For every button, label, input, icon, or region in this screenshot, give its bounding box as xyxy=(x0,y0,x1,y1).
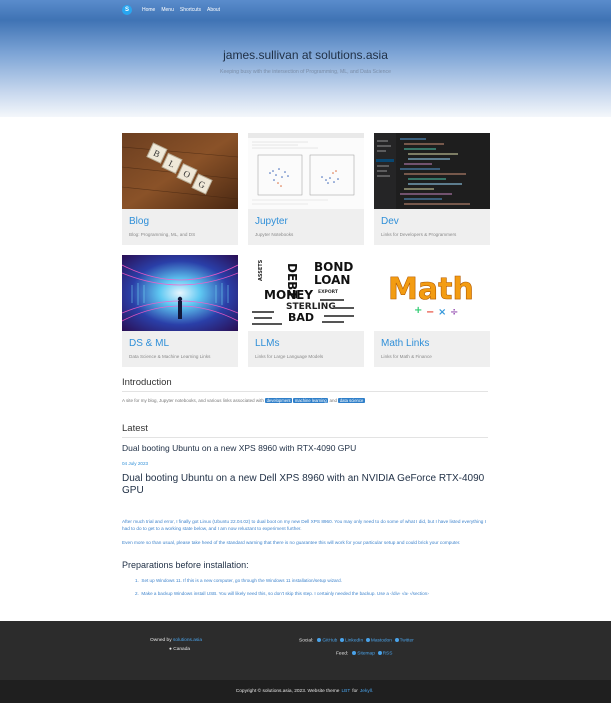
card-math[interactable]: Math + − × ÷ Math Links Links for Math & Fi… xyxy=(374,255,490,367)
nav-shortcuts[interactable]: Shortcuts xyxy=(180,7,201,13)
dev-image xyxy=(374,133,490,209)
svg-text:×: × xyxy=(438,307,446,318)
intro-and: and xyxy=(329,398,338,403)
step-2-text: Make a backup Windows install USB. You w… xyxy=(141,591,429,596)
linkedin-icon xyxy=(340,638,345,642)
card-title-dev[interactable]: Dev xyxy=(381,216,399,227)
github-icon xyxy=(317,638,322,642)
wordcloud-export: EXPORT xyxy=(318,289,339,295)
wordcloud-debt: DEBT xyxy=(285,263,299,299)
article-title: Dual booting Ubuntu on a new Dell XPS 89… xyxy=(122,473,485,496)
footer-location: ● Canada xyxy=(169,647,190,652)
intro-heading: Introduction xyxy=(122,377,488,392)
social-linkedin[interactable]: LinkedIn xyxy=(345,639,363,644)
top-navbar: S Home Menu Shortcuts About xyxy=(0,0,611,20)
math-word: Math xyxy=(388,272,474,307)
copyright-bar: Copyright © solutions.asia, 2023. Websit… xyxy=(0,680,611,703)
card-desc-blog: Blog: Programming, ML, and DS xyxy=(129,232,196,237)
mastodon-icon xyxy=(365,638,370,642)
sitemap-icon xyxy=(352,651,357,655)
card-llms[interactable]: ASSETS BOND LOAN MONEY STERLING BAD DEBT… xyxy=(248,255,364,367)
wordcloud-loan: LOAN xyxy=(314,273,350,287)
theme-link[interactable]: LBT xyxy=(341,689,350,694)
step-1: 1. Set up Windows 11. If this is a new c… xyxy=(135,578,342,583)
post-date: 04 July 2023 xyxy=(122,461,149,466)
card-title-llms[interactable]: LLMs xyxy=(255,338,279,349)
site-footer: Owned by solutions.asia ● Canada Social:… xyxy=(0,621,611,680)
card-desc-dev: Links for Developers & Programmers xyxy=(381,232,457,237)
owned-by-label: Owned by xyxy=(150,638,172,643)
svg-text:÷: ÷ xyxy=(450,307,458,318)
feed-label: Feed: xyxy=(336,651,349,657)
latest-heading: Latest xyxy=(122,423,488,438)
hero-banner: james.sullivan at solutions.asia Keeping… xyxy=(0,20,611,117)
step-1-text: Set up Windows 11. If this is a new comp… xyxy=(141,578,342,583)
article-paragraph-1: After much trial and error, I finally go… xyxy=(122,519,487,531)
social-label: Social: xyxy=(299,638,314,644)
card-desc-ds-ml: Data Science & Machine Learning Links xyxy=(129,354,211,359)
card-desc-jupyter: Jupyter Notebooks xyxy=(255,232,294,237)
footer-owner: Owned by solutions.asia xyxy=(150,638,202,643)
tag-machine-learning[interactable]: machine learning xyxy=(293,398,329,403)
tag-development[interactable]: development xyxy=(265,398,293,403)
math-image: Math + − × ÷ xyxy=(374,255,490,331)
wordcloud-bond: BOND xyxy=(314,260,353,274)
jekyll-link[interactable]: Jekyll. xyxy=(360,689,373,694)
card-desc-llms: Links for Large Language Models xyxy=(255,354,324,359)
card-blog[interactable]: B L O G Blog Blog: Programming, ML, and … xyxy=(122,133,238,245)
site-subtitle: Keeping busy with the intersection of Pr… xyxy=(220,69,391,75)
intro-lead: A site for my blog, Jupyter notebooks, a… xyxy=(122,398,264,403)
feed-sitemap[interactable]: Sitemap xyxy=(357,652,375,657)
card-title-ds-ml[interactable]: DS & ML xyxy=(129,338,169,349)
svg-text:−: − xyxy=(426,307,434,318)
location-pin-icon: ● xyxy=(169,647,172,652)
card-jupyter[interactable]: Jupyter Jupyter Notebooks xyxy=(248,133,364,245)
article-paragraph-2: Even more so than usual, please take hee… xyxy=(122,540,461,545)
wordcloud-assets: ASSETS xyxy=(258,259,264,281)
dsml-image xyxy=(122,255,238,331)
post-title-link[interactable]: Dual booting Ubuntu on a new XPS 8960 wi… xyxy=(122,443,488,453)
location-text: Canada xyxy=(173,647,191,652)
nav-home[interactable]: Home xyxy=(142,7,155,13)
social-mastodon[interactable]: Mastodon xyxy=(371,639,392,644)
card-title-math[interactable]: Math Links xyxy=(381,338,429,349)
rss-icon xyxy=(377,651,382,655)
nav-menu[interactable]: Menu xyxy=(161,7,174,13)
card-dev[interactable]: Dev Links for Developers & Programmers xyxy=(374,133,490,245)
intro-text: A site for my blog, Jupyter notebooks, a… xyxy=(122,398,365,403)
feed-rss[interactable]: RSS xyxy=(383,652,393,657)
prep-heading: Preparations before installation: xyxy=(122,560,249,570)
social-twitter[interactable]: Twitter xyxy=(400,639,414,644)
tag-data-science[interactable]: data science xyxy=(338,398,365,403)
card-desc-math: Links for Math & Finance xyxy=(381,354,432,359)
site-logo[interactable]: S xyxy=(122,5,132,15)
social-github[interactable]: GitHub xyxy=(322,639,337,644)
llms-image: ASSETS BOND LOAN MONEY STERLING BAD DEBT… xyxy=(248,255,364,331)
svg-text:+: + xyxy=(414,305,422,316)
jupyter-image xyxy=(248,133,364,209)
card-ds-ml[interactable]: DS & ML Data Science & Machine Learning … xyxy=(122,255,238,367)
wordcloud-bad: BAD xyxy=(288,311,314,324)
nav-about[interactable]: About xyxy=(207,7,220,13)
site-title: james.sullivan at solutions.asia xyxy=(223,48,388,62)
twitter-icon xyxy=(394,638,399,642)
card-title-jupyter[interactable]: Jupyter xyxy=(255,216,288,227)
card-title-blog[interactable]: Blog xyxy=(129,216,149,227)
footer-feed: Feed: Sitemap RSS xyxy=(336,651,392,657)
footer-social: Social: GitHub LinkedIn Mastodon Twitter xyxy=(299,638,414,644)
copyright-text: Copyright © solutions.asia, 2023. Websit… xyxy=(235,689,340,694)
copyright-for: for xyxy=(352,689,358,694)
owner-link[interactable]: solutions.asia xyxy=(173,638,202,643)
step-2: 2. Make a backup Windows install USB. Yo… xyxy=(135,591,429,596)
blog-image: B L O G xyxy=(122,133,238,209)
